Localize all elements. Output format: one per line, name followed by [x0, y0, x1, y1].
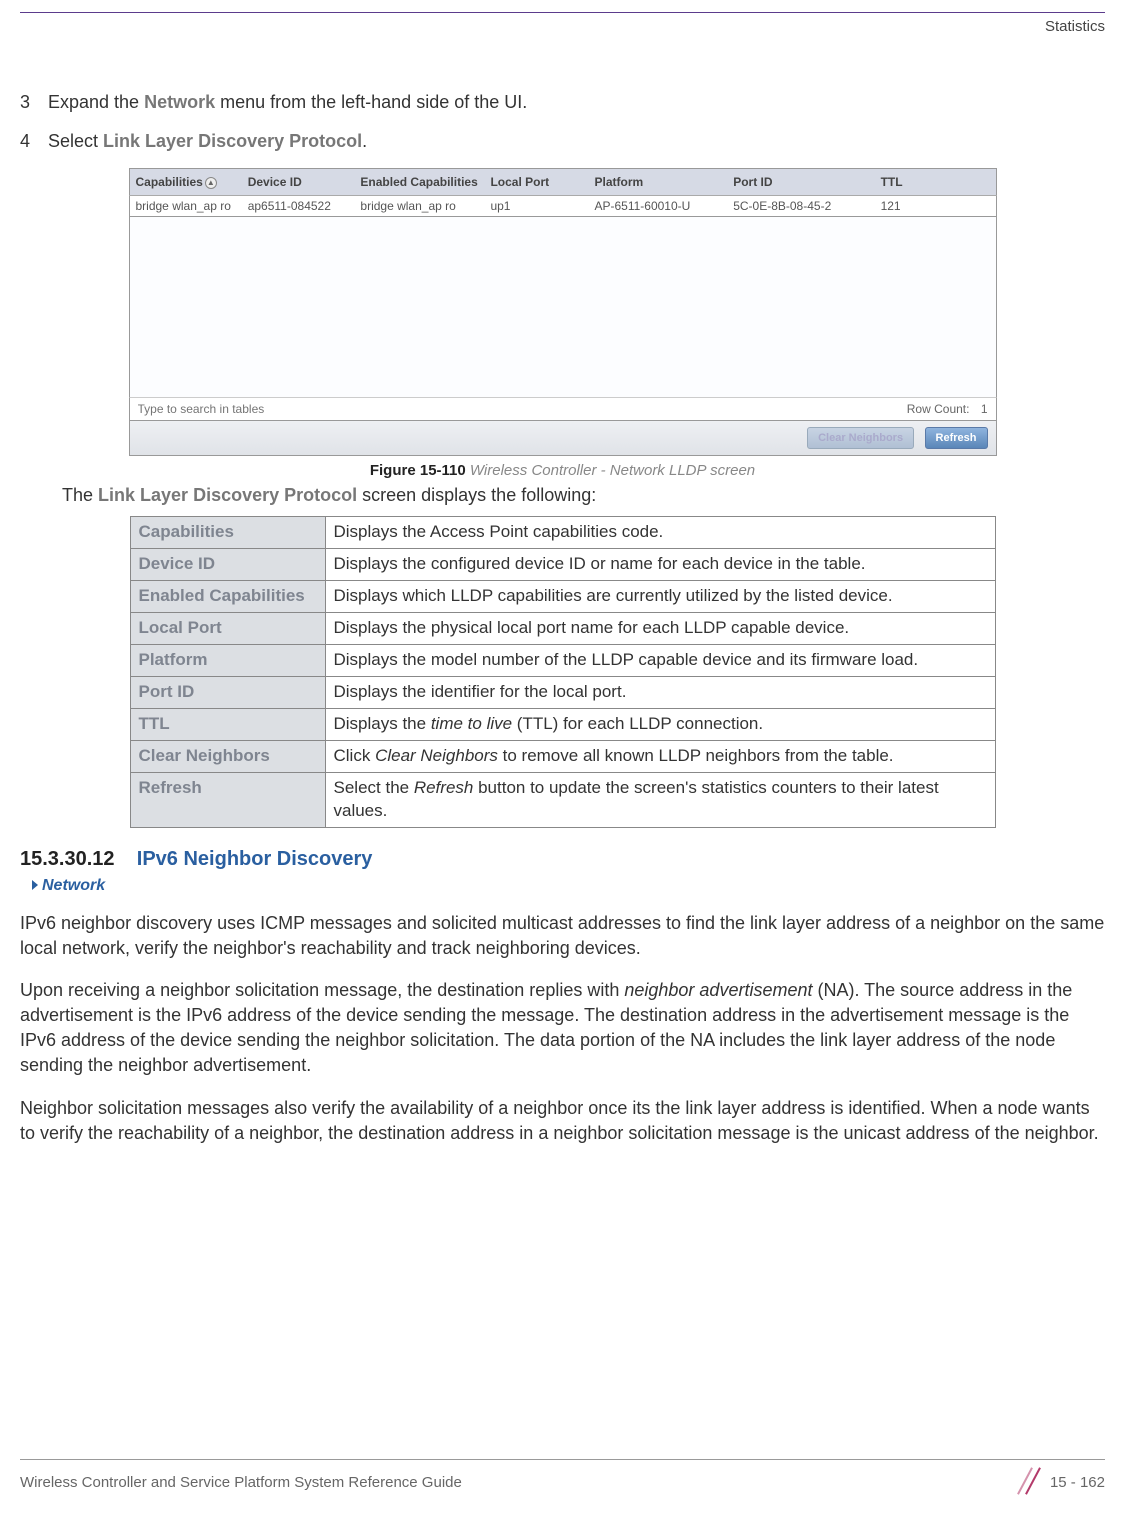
- term-cell: Refresh: [130, 772, 325, 827]
- desc-cell: Displays the configured device ID or nam…: [325, 549, 995, 581]
- header-label: Capabilities: [136, 175, 203, 189]
- table-header-row: Capabilities▲ Device ID Enabled Capabili…: [129, 169, 996, 196]
- text: The: [62, 485, 98, 505]
- cell-port-id: 5C-0E-8B-08-45-2: [727, 196, 874, 217]
- paragraph-3: Neighbor solicitation messages also veri…: [20, 1096, 1105, 1146]
- col-capabilities[interactable]: Capabilities▲: [129, 169, 242, 196]
- desc-cell: Displays the identifier for the local po…: [325, 677, 995, 709]
- col-platform[interactable]: Platform: [588, 169, 727, 196]
- cell-local-port: up1: [484, 196, 588, 217]
- button-bar: Clear Neighbors Refresh: [129, 421, 997, 456]
- lldp-table: Capabilities▲ Device ID Enabled Capabili…: [129, 168, 997, 217]
- desc-cell: Click Clear Neighbors to remove all know…: [325, 740, 995, 772]
- table-row: Local PortDisplays the physical local po…: [130, 613, 995, 645]
- table-row[interactable]: bridge wlan_ap ro ap6511-084522 bridge w…: [129, 196, 996, 217]
- text: Select: [48, 131, 103, 151]
- table-footer: Row Count: 1: [129, 397, 997, 421]
- step-4: 4 Select Link Layer Discovery Protocol.: [20, 129, 1105, 154]
- italic-term: neighbor advertisement: [624, 980, 812, 1000]
- table-row: Port IDDisplays the identifier for the l…: [130, 677, 995, 709]
- row-count-label: Row Count:: [907, 402, 970, 416]
- term-cell: Device ID: [130, 549, 325, 581]
- clear-neighbors-button[interactable]: Clear Neighbors: [807, 427, 914, 449]
- term-cell: Platform: [130, 645, 325, 677]
- desc-cell: Displays the Access Point capabilities c…: [325, 517, 995, 549]
- footer-guide-title: Wireless Controller and Service Platform…: [20, 1474, 462, 1491]
- paragraph-2: Upon receiving a neighbor solicitation m…: [20, 978, 1105, 1077]
- col-device-id[interactable]: Device ID: [242, 169, 355, 196]
- table-row: Enabled CapabilitiesDisplays which LLDP …: [130, 581, 995, 613]
- cell-enabled-caps: bridge wlan_ap ro: [354, 196, 484, 217]
- arrow-icon: [32, 880, 38, 890]
- term-cell: Local Port: [130, 613, 325, 645]
- header-section: Statistics: [1045, 18, 1105, 35]
- page-footer: Wireless Controller and Service Platform…: [20, 1459, 1105, 1496]
- bold-term: Network: [144, 92, 215, 112]
- bold-term: Link Layer Discovery Protocol: [103, 131, 362, 151]
- search-input[interactable]: [138, 402, 338, 416]
- intro-line: The Link Layer Discovery Protocol screen…: [62, 485, 1105, 506]
- cell-ttl: 121: [875, 196, 996, 217]
- desc-cell: Displays the physical local port name fo…: [325, 613, 995, 645]
- text: .: [362, 131, 367, 151]
- figure-label: Figure 15-110: [370, 462, 466, 479]
- table-row: CapabilitiesDisplays the Access Point ca…: [130, 517, 995, 549]
- row-count-value: 1: [981, 402, 988, 416]
- breadcrumb-label: Network: [42, 877, 105, 894]
- text: screen displays the following:: [357, 485, 596, 505]
- page-number: 15 - 162: [1050, 1474, 1105, 1491]
- page-number-wrap: 15 - 162: [1018, 1468, 1105, 1496]
- table-row: TTLDisplays the time to live (TTL) for e…: [130, 709, 995, 741]
- row-count: Row Count: 1: [907, 402, 988, 416]
- text: menu from the left-hand side of the UI.: [215, 92, 527, 112]
- breadcrumb[interactable]: Network: [32, 877, 1105, 895]
- col-ttl[interactable]: TTL: [875, 169, 996, 196]
- page-content: 3 Expand the Network menu from the left-…: [20, 90, 1105, 1163]
- refresh-button[interactable]: Refresh: [925, 427, 988, 449]
- cell-device-id: ap6511-084522: [242, 196, 355, 217]
- term-cell: Port ID: [130, 677, 325, 709]
- section-number: 15.3.30.12: [20, 848, 115, 870]
- definitions-table: CapabilitiesDisplays the Access Point ca…: [130, 516, 996, 827]
- term-cell: Capabilities: [130, 517, 325, 549]
- step-text: Expand the Network menu from the left-ha…: [48, 90, 1105, 115]
- desc-cell: Select the Refresh button to update the …: [325, 772, 995, 827]
- desc-cell: Displays the model number of the LLDP ca…: [325, 645, 995, 677]
- term-cell: Enabled Capabilities: [130, 581, 325, 613]
- text: Upon receiving a neighbor solicitation m…: [20, 980, 624, 1000]
- slash-icon: [1018, 1468, 1040, 1496]
- col-port-id[interactable]: Port ID: [727, 169, 874, 196]
- table-row: PlatformDisplays the model number of the…: [130, 645, 995, 677]
- step-number: 3: [20, 90, 34, 115]
- text: Expand the: [48, 92, 144, 112]
- col-enabled-caps[interactable]: Enabled Capabilities: [354, 169, 484, 196]
- table-row: Clear NeighborsClick Clear Neighbors to …: [130, 740, 995, 772]
- table-row: RefreshSelect the Refresh button to upda…: [130, 772, 995, 827]
- col-local-port[interactable]: Local Port: [484, 169, 588, 196]
- table-row: Device IDDisplays the configured device …: [130, 549, 995, 581]
- step-text: Select Link Layer Discovery Protocol.: [48, 129, 1105, 154]
- section-title: IPv6 Neighbor Discovery: [137, 848, 373, 870]
- bold-term: Link Layer Discovery Protocol: [98, 485, 357, 505]
- desc-cell: Displays which LLDP capabilities are cur…: [325, 581, 995, 613]
- paragraph-1: IPv6 neighbor discovery uses ICMP messag…: [20, 911, 1105, 961]
- cell-platform: AP-6511-60010-U: [588, 196, 727, 217]
- screenshot: Capabilities▲ Device ID Enabled Capabili…: [129, 168, 997, 456]
- sort-icon[interactable]: ▲: [205, 177, 217, 189]
- cell-capabilities: bridge wlan_ap ro: [129, 196, 242, 217]
- section-heading: 15.3.30.12 IPv6 Neighbor Discovery: [20, 848, 1105, 871]
- step-number: 4: [20, 129, 34, 154]
- term-cell: TTL: [130, 709, 325, 741]
- desc-cell: Displays the time to live (TTL) for each…: [325, 709, 995, 741]
- header-rule: [20, 12, 1105, 13]
- table-empty-area: [129, 217, 997, 397]
- term-cell: Clear Neighbors: [130, 740, 325, 772]
- figure-caption: Figure 15-110 Wireless Controller - Netw…: [20, 462, 1105, 479]
- step-3: 3 Expand the Network menu from the left-…: [20, 90, 1105, 115]
- figure-title: Wireless Controller - Network LLDP scree…: [470, 462, 755, 479]
